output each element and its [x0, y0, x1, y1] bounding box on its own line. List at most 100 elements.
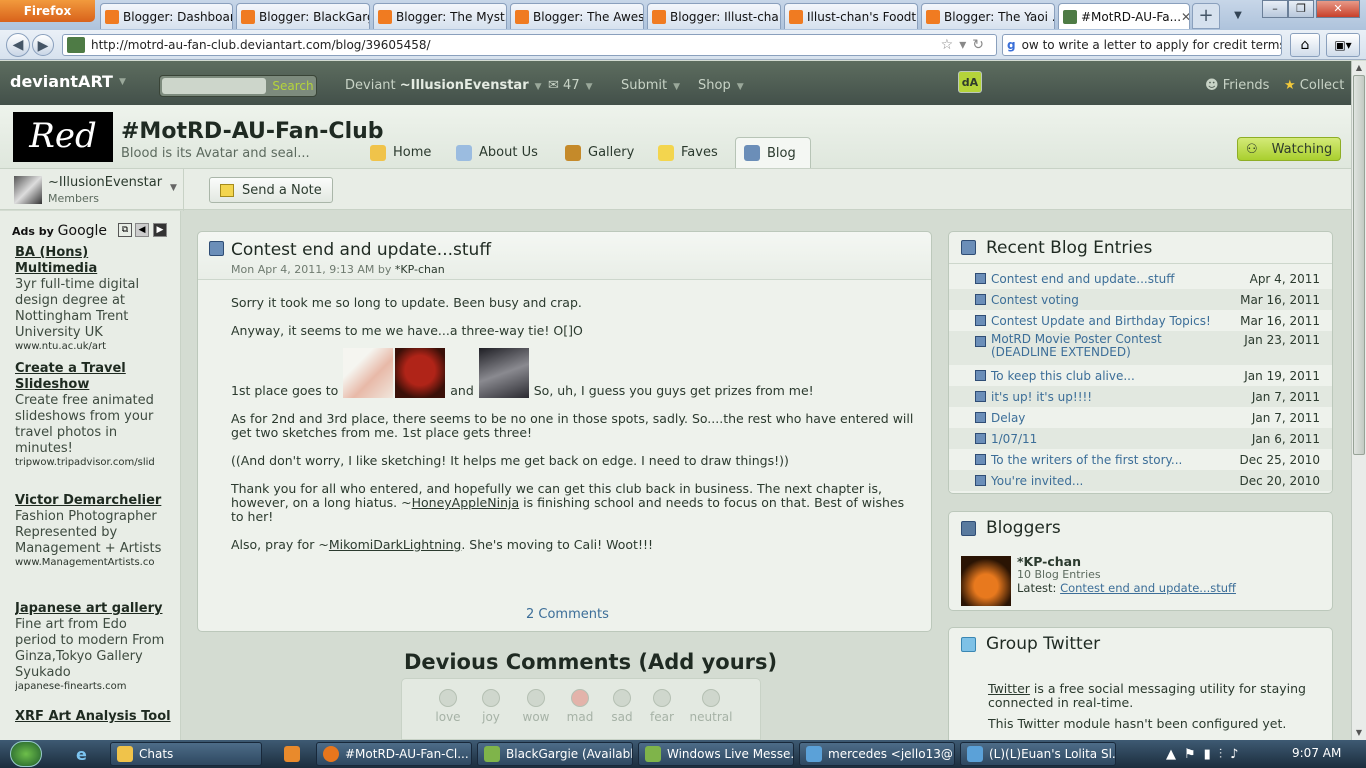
list-item[interactable]: Delay Jan 7, 2011 [949, 407, 1332, 428]
browser-tab[interactable]: Blogger: Dashboard [100, 3, 233, 29]
tab-about-us[interactable]: About Us [448, 137, 546, 168]
ad-url[interactable]: tripwow.tripadvisor.com/slid [15, 457, 171, 468]
post-author[interactable]: *KP-chan [395, 263, 445, 276]
url-bar[interactable]: http://motrd-au-fan-club.deviantart.com/… [62, 34, 997, 56]
mood-wow[interactable]: wow [514, 689, 558, 724]
signal-icon[interactable]: ⫶ [1219, 747, 1230, 762]
dropdown-arrow-icon[interactable]: ▾ [959, 37, 972, 53]
search-button[interactable]: Search [268, 76, 316, 96]
comments-link[interactable]: 2 Comments [526, 607, 609, 622]
browser-tab[interactable]: Illust-chan's Foodt... [784, 3, 918, 29]
send-note-button[interactable]: Send a Note [209, 177, 333, 203]
entry-title[interactable]: Contest Update and Birthday Topics! [991, 314, 1211, 328]
submit-menu[interactable]: Submit ▼ [621, 78, 680, 93]
search-input[interactable] [162, 78, 266, 94]
taskbar-item-firefox[interactable]: #MotRD-AU-Fan-Cl... [316, 742, 472, 766]
browser-tab[interactable]: Blogger: The Awes... [510, 3, 644, 29]
deviant-menu[interactable]: Deviant ~IllusionEvenstar ▼ [345, 78, 542, 93]
ad-url[interactable]: www.ntu.ac.uk/art [15, 341, 171, 352]
new-tab-button[interactable]: + [1192, 3, 1220, 29]
minimize-window-icon[interactable]: – [1262, 0, 1288, 18]
avatar[interactable] [14, 176, 42, 204]
list-item[interactable]: 1/07/11 Jan 6, 2011 [949, 428, 1332, 449]
ad-item[interactable]: BA (Hons) Multimedia 3yr full-time digit… [15, 245, 171, 352]
home-icon[interactable]: ⌂ [1290, 33, 1320, 57]
addon-menu-icon[interactable]: ▣▾ [1326, 33, 1360, 57]
latest-entry-link[interactable]: Contest end and update...stuff [1060, 581, 1236, 595]
winner-thumbnail[interactable] [395, 348, 446, 398]
taskbar-item-chats[interactable]: Chats [110, 742, 262, 766]
ad-item[interactable]: Create a Travel Slideshow Create free an… [15, 361, 171, 468]
tab-gallery[interactable]: Gallery [557, 137, 642, 168]
entry-title[interactable]: 1/07/11 [991, 432, 1037, 446]
clock[interactable]: 9:07 AM [1292, 746, 1341, 760]
star-bookmark-icon[interactable]: ☆ [941, 37, 960, 53]
close-window-icon[interactable]: ✕ [1316, 0, 1360, 18]
taskbar-item-chat-blackgargie[interactable]: BlackGargie (Availabl... [477, 742, 633, 766]
list-item[interactable]: it's up! it's up!!!! Jan 7, 2011 [949, 386, 1332, 407]
media-player-icon[interactable] [278, 742, 302, 766]
winner-thumbnail[interactable] [343, 348, 394, 398]
entry-title[interactable]: Contest end and update...stuff [991, 272, 1175, 286]
mood-joy[interactable]: joy [469, 689, 513, 724]
blogger-name[interactable]: *KP-chan [1017, 554, 1081, 569]
deviantart-logo[interactable]: dA deviantART ▼ [10, 70, 982, 93]
messages-menu[interactable]: ✉ 47 ▼ [548, 78, 593, 93]
mood-sad[interactable]: sad [600, 689, 644, 724]
browser-tab[interactable]: Blogger: Illust-cha... [647, 3, 781, 29]
reload-icon[interactable]: ↻ [972, 37, 990, 53]
member-name[interactable]: ~IllusionEvenstar [48, 175, 162, 190]
next-ad-icon[interactable]: ▶ [153, 223, 167, 237]
entry-title[interactable]: To keep this club alive... [991, 369, 1135, 383]
post-title[interactable]: Contest end and update...stuff [231, 240, 491, 260]
entry-title[interactable]: To the writers of the first story... [991, 453, 1182, 467]
ad-title[interactable]: Victor Demarchelier [15, 493, 171, 509]
list-item[interactable]: To the writers of the first story... Dec … [949, 449, 1332, 470]
browser-tab[interactable]: Blogger: BlackGarg... [236, 3, 370, 29]
chevron-down-icon[interactable]: ▼ [119, 77, 126, 87]
blogger-avatar[interactable] [961, 556, 1011, 606]
winner-thumbnail[interactable] [478, 348, 529, 398]
browser-tab-active[interactable]: #MotRD-AU-Fa...✕ [1058, 3, 1190, 29]
collect-link[interactable]: ★ Collect [1284, 78, 1344, 93]
entry-title[interactable]: it's up! it's up!!!! [991, 390, 1092, 404]
vertical-scrollbar[interactable]: ▲ ▼ [1351, 61, 1366, 740]
list-item[interactable]: You're invited... Dec 20, 2010 [949, 470, 1332, 491]
watching-button[interactable]: ⚇ Watching [1237, 137, 1341, 161]
mood-mad[interactable]: mad [558, 689, 602, 724]
taskbar-item-chat-euan[interactable]: (L)(L)Euan's Lolita Sl... [960, 742, 1116, 766]
list-item[interactable]: To keep this club alive... Jan 19, 2011 [949, 365, 1332, 386]
ad-title[interactable]: BA (Hons) Multimedia [15, 245, 171, 277]
devious-comments-heading[interactable]: Devious Comments (Add yours) [404, 650, 777, 674]
tab-blog[interactable]: Blog [735, 137, 811, 168]
network-icon[interactable]: ▮ [1204, 747, 1219, 762]
taskbar-item-live-messenger[interactable]: Windows Live Messe... [638, 742, 794, 766]
ad-title[interactable]: Create a Travel Slideshow [15, 361, 171, 393]
browser-tab[interactable]: Blogger: The Myst... [373, 3, 507, 29]
ad-options-icon[interactable]: ⧉ [118, 223, 132, 237]
entry-title[interactable]: MotRD Movie Poster Contest (DEADLINE EXT… [991, 333, 1221, 359]
show-hidden-icons-icon[interactable]: ▲ [1166, 747, 1184, 762]
chevron-down-icon[interactable]: ▼ [170, 183, 177, 193]
search-bar[interactable]: g ow to write a letter to apply for cred… [1002, 34, 1282, 56]
twitter-link[interactable]: Twitter [988, 681, 1030, 696]
flag-icon[interactable]: ⚑ [1184, 747, 1204, 762]
forward-arrow-icon[interactable]: ▶ [32, 34, 54, 56]
ad-url[interactable]: www.ManagementArtists.co [15, 557, 171, 568]
list-all-tabs-icon[interactable]: ▼ [1226, 5, 1250, 27]
internet-explorer-icon[interactable]: e [70, 742, 96, 766]
list-item[interactable]: Contest voting Mar 16, 2011 [949, 289, 1332, 310]
group-avatar[interactable]: Red [13, 112, 113, 162]
ad-title[interactable]: XRF Art Analysis Tool [15, 709, 171, 725]
mood-love[interactable]: love [426, 689, 470, 724]
ad-title[interactable]: Japanese art gallery [15, 601, 171, 617]
list-item[interactable]: Contest end and update...stuff Apr 4, 201… [949, 268, 1332, 289]
ad-item[interactable]: Japanese art gallery Fine art from Edo p… [15, 601, 171, 692]
friends-link[interactable]: ☻ Friends [1205, 78, 1269, 93]
ad-url[interactable]: japanese-finearts.com [15, 681, 171, 692]
browser-tab[interactable]: Blogger: The Yaoi ... [921, 3, 1055, 29]
ad-item[interactable]: Victor Demarchelier Fashion Photographer… [15, 493, 171, 568]
entry-title[interactable]: You're invited... [991, 474, 1083, 488]
restore-window-icon[interactable]: ❐ [1288, 0, 1314, 18]
scroll-down-icon[interactable]: ▼ [1352, 726, 1366, 740]
